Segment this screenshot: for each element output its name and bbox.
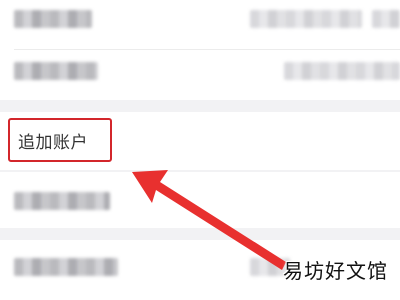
add-account-label: 追加账户 [18, 132, 88, 153]
account-list-card [0, 0, 400, 100]
watermark: 易坊好文馆 [283, 259, 388, 283]
blurred-row-value [284, 62, 400, 80]
row-divider [14, 49, 400, 50]
account-list-card [0, 172, 400, 228]
blurred-row-label [14, 10, 92, 28]
blurred-row-label [14, 62, 98, 80]
blurred-row-value [250, 10, 362, 28]
add-account-card: 追加账户 [0, 112, 400, 170]
blurred-row-label [14, 258, 118, 276]
blurred-row-chevron [372, 10, 400, 28]
blurred-row-label [14, 192, 110, 210]
add-account-button[interactable]: 追加账户 [8, 118, 112, 162]
account-settings-screen: 追加账户 易坊好文馆 [0, 0, 400, 300]
